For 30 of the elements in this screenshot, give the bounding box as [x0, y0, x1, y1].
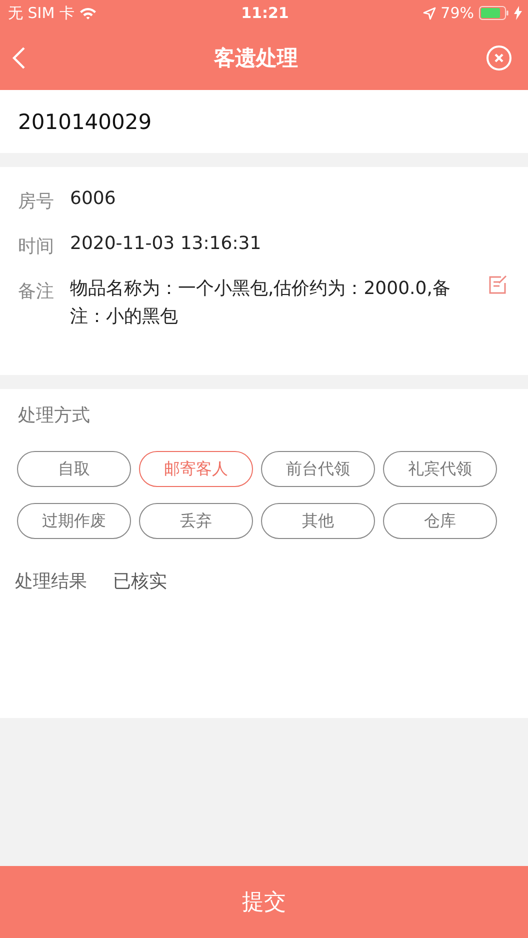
- carrier-text: 无 SIM 卡: [8, 4, 74, 22]
- submit-button[interactable]: 提交: [0, 866, 528, 938]
- location-arrow-icon: [422, 6, 436, 20]
- field-value: 物品名称为：一个小黑包,估价约为：2000.0,备注：小的黑包: [70, 277, 452, 329]
- option-chip[interactable]: 丢弃: [139, 503, 253, 539]
- result-value: 已核实: [113, 570, 167, 593]
- field-label: 房号: [18, 190, 55, 213]
- option-chip[interactable]: 过期作废: [17, 503, 131, 539]
- charging-bolt-icon: [514, 6, 522, 20]
- field-value: 6006: [70, 187, 117, 211]
- option-chip[interactable]: 前台代领: [261, 451, 375, 487]
- close-button[interactable]: [486, 45, 512, 71]
- wifi-icon: [79, 6, 98, 20]
- field-value: 2020-11-03 13:16:31: [70, 232, 262, 256]
- field-label: 时间: [18, 235, 55, 258]
- option-chip[interactable]: 仓库: [383, 503, 497, 539]
- result-label: 处理结果: [15, 570, 87, 593]
- option-chip[interactable]: 其他: [261, 503, 375, 539]
- option-chip[interactable]: 邮寄客人: [139, 451, 253, 487]
- option-chip[interactable]: 礼宾代领: [383, 451, 497, 487]
- back-button[interactable]: [12, 46, 26, 70]
- option-chip[interactable]: 自取: [17, 451, 131, 487]
- clock-text: 11:21: [241, 4, 289, 22]
- section-label: 处理方式: [17, 404, 91, 427]
- edit-icon[interactable]: [488, 275, 508, 295]
- battery-icon: [479, 6, 509, 20]
- code-field[interactable]: 2010140029: [0, 90, 528, 153]
- battery-percent: 79%: [440, 4, 474, 22]
- page-title: 客遗处理: [214, 45, 298, 72]
- field-label: 备注: [18, 280, 55, 303]
